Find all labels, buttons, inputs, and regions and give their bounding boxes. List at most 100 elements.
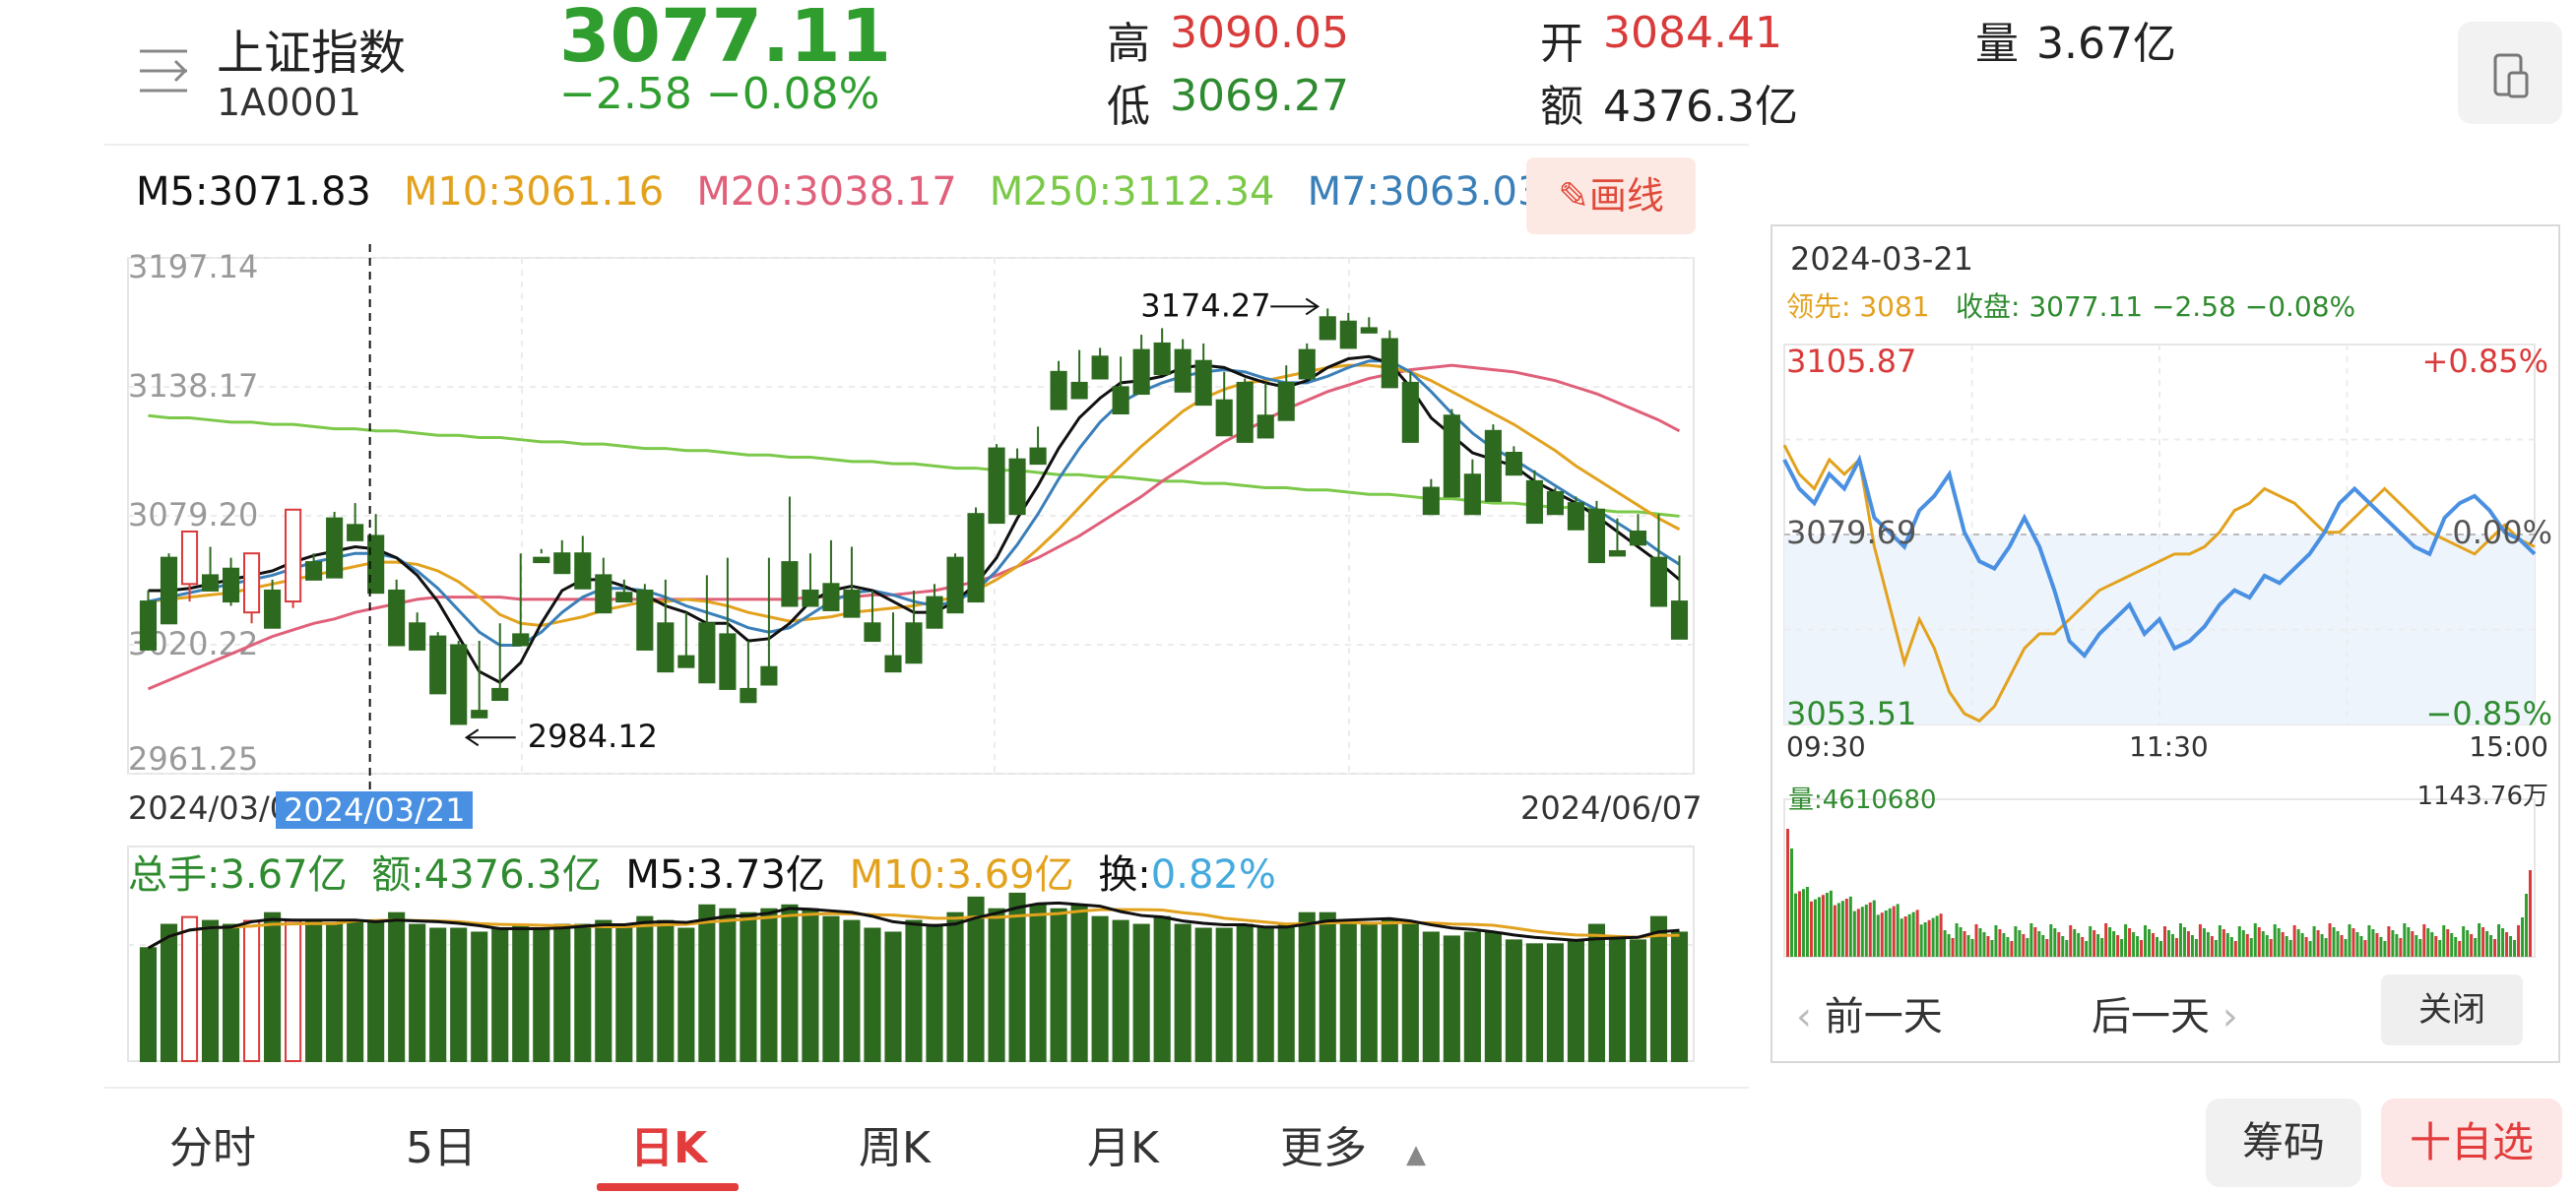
close-popup-button[interactable]: 关闭 <box>2381 974 2523 1045</box>
landscape-toggle-button[interactable] <box>2458 22 2562 124</box>
add-watchlist-button[interactable]: 十自选 <box>2381 1099 2562 1187</box>
candle-body <box>491 687 509 702</box>
volume-bar <box>781 904 799 1062</box>
intraday-volume-bar <box>2128 928 2132 957</box>
kline-y-tick: 3138.17 <box>128 367 258 405</box>
prev-day-button[interactable]: ‹ 前一天 <box>1796 984 1943 1041</box>
intraday-volume-bar <box>1840 901 1844 957</box>
intraday-volume-bar <box>2458 941 2462 957</box>
volume-bar <box>988 908 1005 1062</box>
candle-body <box>326 517 344 579</box>
phone-rotate-icon <box>2493 53 2529 98</box>
intraday-volume-bar <box>2073 929 2077 957</box>
candle-body <box>243 552 261 614</box>
candle-body <box>595 574 612 614</box>
popup-volume-max: 1143.76万 <box>2416 782 2548 811</box>
tab-5day[interactable]: 5日 <box>406 1112 477 1175</box>
intraday-volume-bar <box>1829 890 1833 957</box>
intraday-volume-bar <box>1844 899 1848 957</box>
intraday-volume-bar <box>1978 928 1982 957</box>
intraday-volume-bar <box>2521 917 2525 957</box>
low-price-annotation: 2984.12 <box>528 718 658 755</box>
candle-body <box>1608 549 1627 557</box>
kline-y-tick: 3079.20 <box>128 496 258 534</box>
intraday-volume-bar <box>2148 929 2152 957</box>
volume-bar <box>1029 904 1047 1062</box>
intraday-volume-bar <box>2026 938 2029 957</box>
intraday-volume-bar <box>2152 933 2156 957</box>
candle-body <box>1174 348 1191 393</box>
candle-body <box>450 644 468 725</box>
tab-daily-k[interactable]: 日K <box>630 1112 707 1175</box>
volume-bar <box>1587 923 1606 1062</box>
intraday-volume-bar <box>2202 928 2206 957</box>
candle-body <box>781 561 799 607</box>
intraday-volume-bar <box>1872 900 1876 957</box>
intraday-volume-bar <box>2170 934 2174 957</box>
intraday-volume-bar <box>1998 929 2002 957</box>
tab-weekly-k[interactable]: 周K <box>859 1112 931 1175</box>
candle-body <box>1546 490 1564 516</box>
intraday-volume-bar <box>2053 928 2057 957</box>
candle-body <box>1298 348 1316 380</box>
candle-body <box>1091 355 1109 380</box>
volume-bar <box>491 927 509 1062</box>
intraday-volume-bar <box>2159 941 2163 957</box>
intraday-volume-bar <box>2010 941 2014 957</box>
popup-price-mid: 3079.69 <box>1786 514 1917 551</box>
tab-more[interactable]: 更多 ▲ <box>1280 1112 1426 1175</box>
intraday-volume-bar <box>1970 939 1974 957</box>
intraday-volume-bar <box>2285 936 2288 957</box>
candle-body <box>1484 429 1502 502</box>
candle-body <box>1256 414 1274 439</box>
volume-bar <box>1484 931 1502 1063</box>
candle-body <box>1505 452 1522 476</box>
tab-monthly-k[interactable]: 月K <box>1087 1112 1159 1175</box>
volume-bar <box>740 911 757 1063</box>
intraday-volume-bar <box>1943 930 1947 957</box>
kline-chart[interactable]: 3197.143138.173079.203020.222961.253174.… <box>0 0 1733 1073</box>
intraday-volume-bar <box>2269 939 2273 957</box>
tab-intraday[interactable]: 分时 <box>169 1112 256 1175</box>
volume-bar <box>1132 923 1150 1062</box>
candle-body <box>1649 556 1668 607</box>
intraday-volume-bar <box>2418 939 2422 957</box>
candle-body <box>347 524 364 541</box>
next-day-button[interactable]: 后一天 › <box>2092 984 2238 1041</box>
intraday-volume-bar <box>2399 938 2403 957</box>
intraday-volume-bar <box>2513 940 2517 957</box>
popup-price-min: 3053.51 <box>1786 695 1917 732</box>
intraday-volume-bar <box>2430 932 2434 957</box>
intraday-volume-bar <box>2081 937 2085 957</box>
candle-body <box>139 600 158 651</box>
intraday-volume-bar <box>2450 933 2454 957</box>
popup-price-max: 3105.87 <box>1786 343 1917 380</box>
intraday-volume-bar <box>2387 926 2391 957</box>
volume-bar <box>1277 923 1295 1062</box>
popup-pct-min: −0.85% <box>2425 695 2552 732</box>
intraday-volume-bar <box>1947 934 1951 957</box>
volume-bar <box>1401 923 1419 1062</box>
chip-distribution-button[interactable]: 筹码 <box>2206 1099 2361 1187</box>
intraday-volume-bar <box>1903 916 1907 957</box>
intraday-volume-bar <box>2517 925 2521 957</box>
intraday-volume-bar <box>2194 939 2198 957</box>
intraday-volume-bar <box>2210 936 2214 957</box>
intraday-volume-bar <box>2245 934 2249 957</box>
intraday-volume-bar <box>2466 930 2470 957</box>
intraday-volume-bar <box>2186 931 2190 957</box>
candle-body <box>1029 447 1047 466</box>
candle-body <box>1670 600 1689 640</box>
candle-body <box>1422 486 1440 516</box>
intraday-volume-bar <box>1896 904 1900 957</box>
intraday-volume-bar <box>2363 940 2367 957</box>
intraday-volume-bar <box>2422 924 2426 957</box>
volume-bar <box>595 919 612 1062</box>
candle-body <box>264 589 282 629</box>
intraday-volume-bar <box>1915 910 1919 957</box>
intraday-volume-bar <box>2485 931 2489 957</box>
candle-body <box>1401 381 1419 443</box>
intraday-volume-bar <box>2320 934 2324 957</box>
candle-body <box>1567 502 1584 531</box>
intraday-volume-bar <box>1789 848 1793 957</box>
